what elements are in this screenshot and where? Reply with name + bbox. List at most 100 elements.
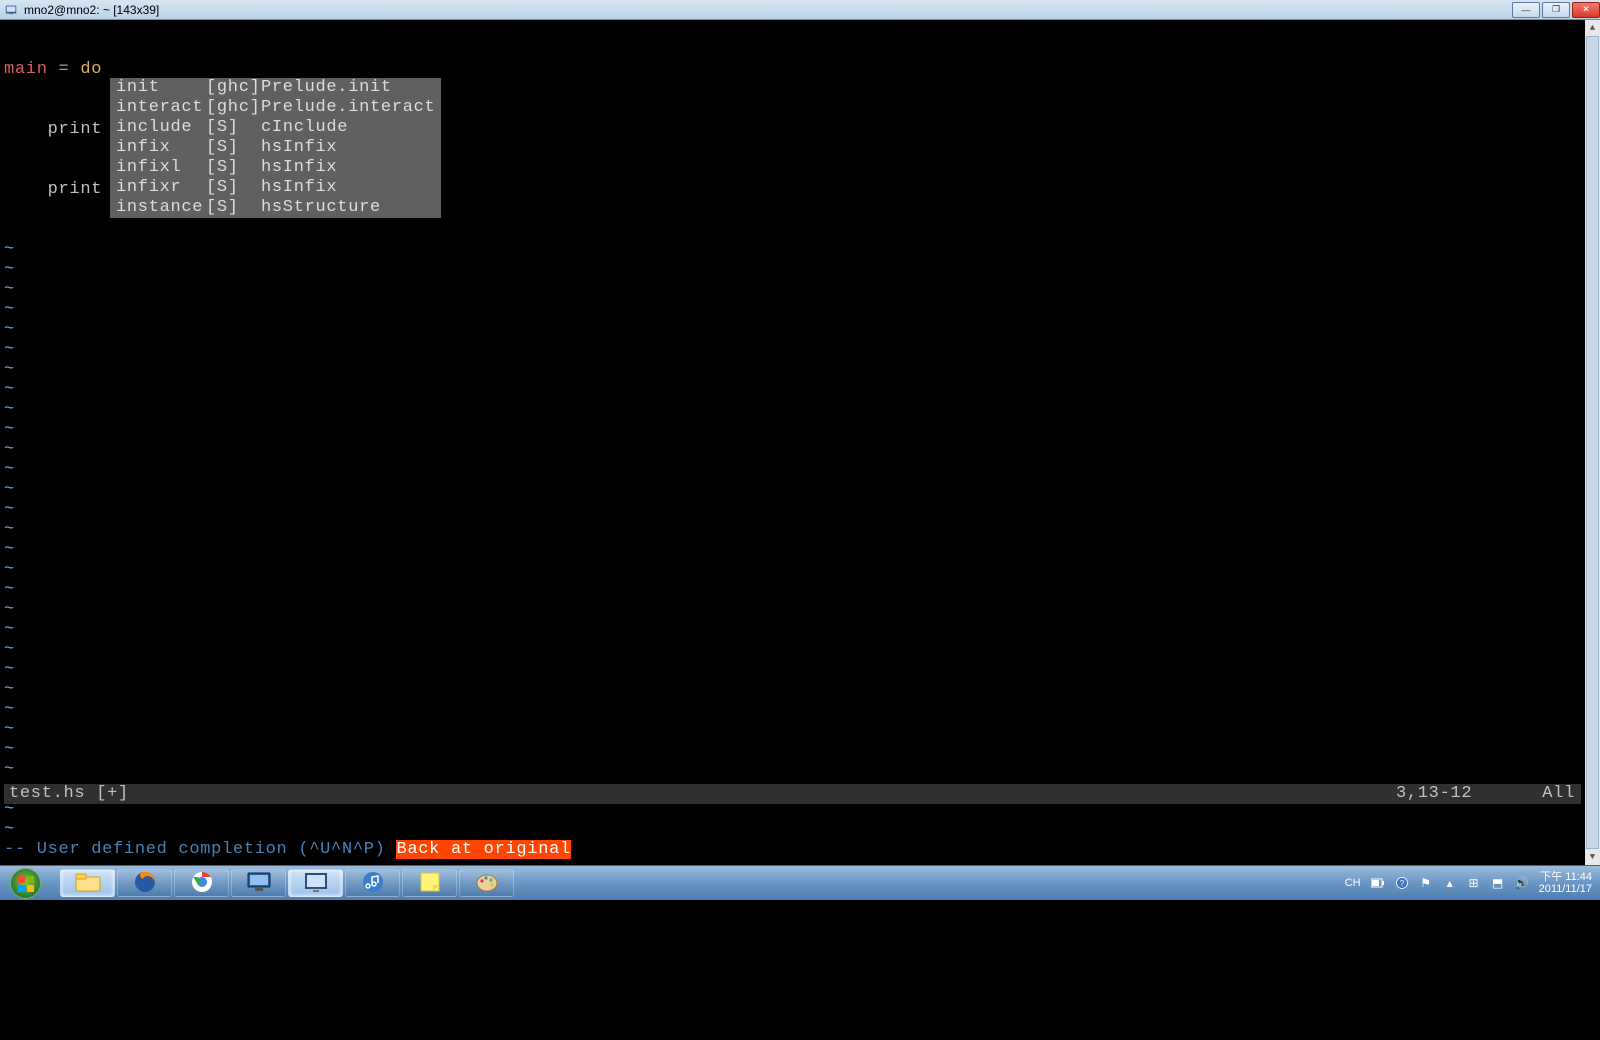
empty-line-marker: ~ — [4, 240, 1596, 260]
putty-icon — [303, 871, 329, 896]
taskbar-item-explorer[interactable] — [60, 869, 115, 897]
empty-line-marker: ~ — [4, 580, 1596, 600]
completion-item-desc: hsInfix — [261, 138, 337, 158]
paint-icon — [475, 870, 499, 897]
help-icon[interactable]: ? — [1395, 876, 1409, 890]
empty-line-marker: ~ — [4, 600, 1596, 620]
completion-item-name: instance — [116, 198, 206, 218]
completion-item-name: init — [116, 78, 206, 98]
completion-item-desc: Prelude.interact — [261, 98, 435, 118]
taskbar-item-paint[interactable] — [459, 869, 514, 897]
empty-line-marker: ~ — [4, 300, 1596, 320]
close-button[interactable]: ✕ — [1572, 2, 1600, 18]
empty-line-marker: ~ — [4, 560, 1596, 580]
completion-item-desc: Prelude.init — [261, 78, 392, 98]
taskbar-item-chrome[interactable] — [174, 869, 229, 897]
completion-item-source: [S] — [206, 158, 261, 178]
minimize-button[interactable]: — — [1512, 2, 1540, 18]
empty-line-marker: ~ — [4, 640, 1596, 660]
empty-line-marker: ~ — [4, 660, 1596, 680]
vertical-scrollbar[interactable]: ▲ ▼ — [1585, 20, 1600, 865]
completion-item-source: [S] — [206, 138, 261, 158]
svg-text:?: ? — [1399, 879, 1404, 888]
status-position: 3,13-12 — [1396, 784, 1472, 804]
empty-line-marker: ~ — [4, 740, 1596, 760]
completion-popup[interactable]: init[ghc]Prelude.initinteract[ghc]Prelud… — [110, 78, 441, 218]
terminal[interactable]: main = do print "hello world" print in ~… — [4, 20, 1596, 865]
windows-taskbar[interactable]: CH ? ⚑ ▴ ⊞ ⬒ 🔊 下午 11:44 2011/11/17 — [0, 865, 1600, 900]
vim-status-line: test.hs [+] 3,13-12 All — [4, 784, 1581, 804]
scrollbar-thumb[interactable] — [1586, 36, 1599, 849]
empty-line-marker: ~ — [4, 540, 1596, 560]
empty-line-marker: ~ — [4, 460, 1596, 480]
window-titlebar: mno2@mno2: ~ [143x39] — ❐ ✕ — [0, 0, 1600, 20]
window-title: mno2@mno2: ~ [143x39] — [24, 3, 159, 17]
status-filename: test.hs [+] — [9, 784, 129, 804]
update-icon[interactable]: ⬒ — [1491, 876, 1505, 890]
empty-line-marker: ~ — [4, 480, 1596, 500]
empty-line-marker: ~ — [4, 420, 1596, 440]
empty-line-marker: ~ — [4, 400, 1596, 420]
completion-item[interactable]: infixl[S]hsInfix — [116, 158, 435, 178]
completion-item[interactable]: infix[S]hsInfix — [116, 138, 435, 158]
empty-line-marker: ~ — [4, 340, 1596, 360]
empty-line-marker: ~ — [4, 620, 1596, 640]
completion-item-name: interact — [116, 98, 206, 118]
taskbar-item-itunes[interactable] — [345, 869, 400, 897]
completion-item-desc: hsInfix — [261, 178, 337, 198]
empty-line-marker: ~ — [4, 720, 1596, 740]
empty-line-marker: ~ — [4, 760, 1596, 780]
empty-line-marker: ~ — [4, 380, 1596, 400]
chrome-icon — [190, 870, 214, 897]
system-tray[interactable]: CH ? ⚑ ▴ ⊞ ⬒ 🔊 下午 11:44 2011/11/17 — [1345, 866, 1600, 900]
maximize-button[interactable]: ❐ — [1542, 2, 1570, 18]
taskbar-item-stickynotes[interactable] — [402, 869, 457, 897]
language-indicator[interactable]: CH — [1345, 877, 1361, 889]
tray-overflow-icon[interactable]: ▴ — [1443, 876, 1457, 890]
completion-item[interactable]: infixr[S]hsInfix — [116, 178, 435, 198]
code-line-1: main = do — [4, 60, 1596, 80]
completion-item-source: [ghc] — [206, 98, 261, 118]
explorer-icon — [75, 871, 101, 896]
taskbar-item-mycomputer[interactable] — [231, 869, 286, 897]
completion-item-name: infixl — [116, 158, 206, 178]
volume-icon[interactable]: 🔊 — [1515, 876, 1529, 890]
completion-item[interactable]: include[S]cInclude — [116, 118, 435, 138]
firefox-icon — [133, 870, 157, 897]
empty-line-marker: ~ — [4, 260, 1596, 280]
start-button[interactable] — [10, 868, 41, 899]
empty-line-marker: ~ — [4, 700, 1596, 720]
completion-item-name: infixr — [116, 178, 206, 198]
taskbar-clock[interactable]: 下午 11:44 2011/11/17 — [1539, 871, 1592, 895]
completion-item-source: [ghc] — [206, 78, 261, 98]
empty-line-marker: ~ — [4, 500, 1596, 520]
empty-line-marker: ~ — [4, 280, 1596, 300]
completion-item[interactable]: instance[S]hsStructure — [116, 198, 435, 218]
empty-line-marker: ~ — [4, 360, 1596, 380]
scroll-up-arrow[interactable]: ▲ — [1585, 20, 1600, 36]
completion-item[interactable]: init[ghc]Prelude.init — [116, 78, 435, 98]
empty-line-marker: ~ — [4, 680, 1596, 700]
battery-icon[interactable] — [1371, 876, 1385, 890]
completion-item-desc: cInclude — [261, 118, 348, 138]
taskbar-item-putty[interactable] — [288, 869, 343, 897]
completion-item-desc: hsStructure — [261, 198, 381, 218]
completion-item-source: [S] — [206, 198, 261, 218]
mycomputer-icon — [246, 871, 272, 896]
scroll-down-arrow[interactable]: ▼ — [1585, 849, 1600, 865]
completion-item-source: [S] — [206, 178, 261, 198]
action-center-icon[interactable]: ⚑ — [1419, 876, 1433, 890]
completion-item[interactable]: interact[ghc]Prelude.interact — [116, 98, 435, 118]
completion-item-name: include — [116, 118, 206, 138]
itunes-icon — [361, 870, 385, 897]
empty-line-marker: ~ — [4, 820, 1596, 840]
putty-icon — [4, 3, 18, 17]
completion-item-name: infix — [116, 138, 206, 158]
stickynotes-icon — [419, 871, 441, 896]
network-icon[interactable]: ⊞ — [1467, 876, 1481, 890]
completion-item-source: [S] — [206, 118, 261, 138]
empty-line-marker: ~ — [4, 440, 1596, 460]
taskbar-item-firefox[interactable] — [117, 869, 172, 897]
empty-line-marker: ~ — [4, 320, 1596, 340]
empty-line-marker: ~ — [4, 520, 1596, 540]
